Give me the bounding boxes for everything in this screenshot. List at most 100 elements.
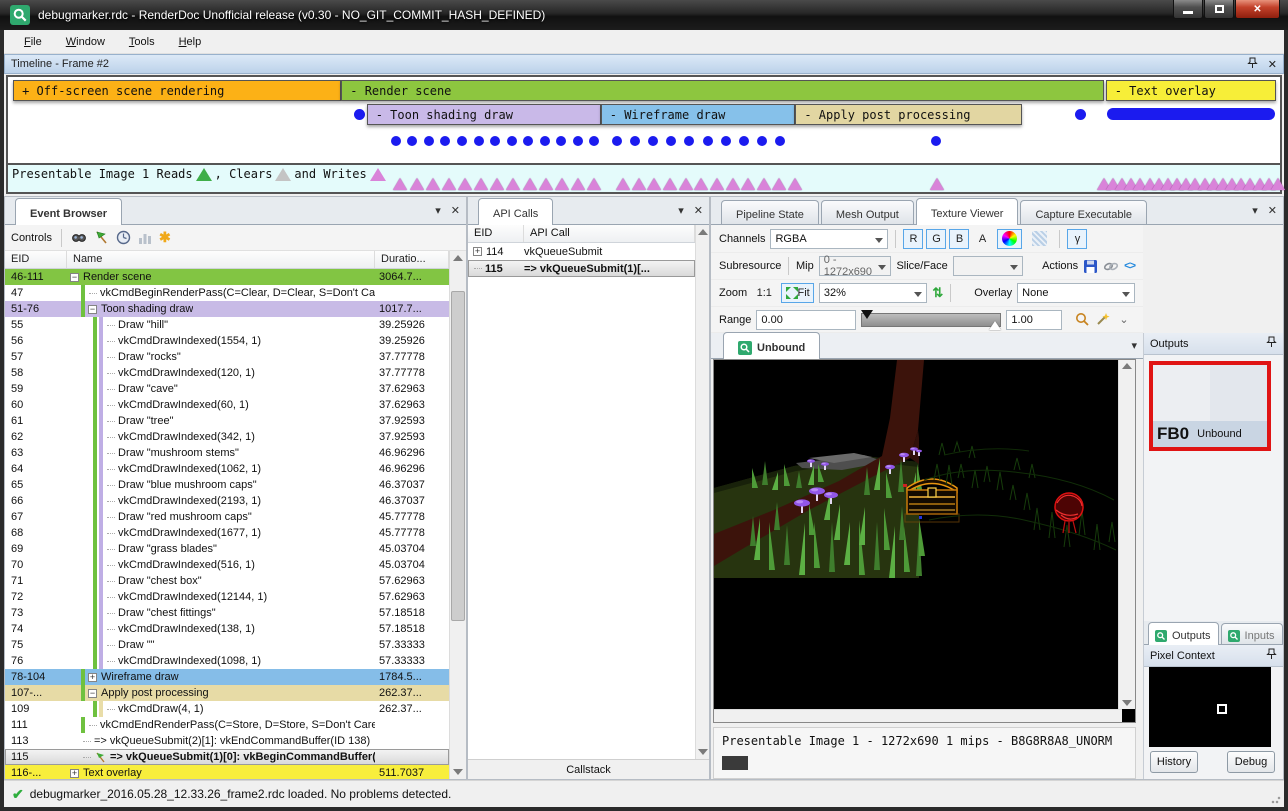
mip-dropdown[interactable]: 0 - 1272x690 (819, 256, 892, 276)
channels-dropdown[interactable]: RGBA (770, 229, 888, 249)
write-marker[interactable] (539, 178, 553, 190)
event-dot[interactable] (440, 136, 450, 146)
scroll-down-icon[interactable] (1122, 700, 1132, 706)
find-icon[interactable] (71, 231, 87, 245)
timeline-bar[interactable]: + Off-screen scene rendering (13, 80, 341, 101)
event-row[interactable]: 47vkCmdBeginRenderPass(C=Clear, D=Clear,… (5, 285, 449, 301)
api-calls-scrollbar[interactable] (695, 225, 709, 759)
timeline-header[interactable]: Timeline - Frame #2 ✕ (4, 54, 1284, 74)
close-icon[interactable]: ✕ (694, 204, 703, 217)
timeline-bar[interactable]: - Text overlay (1106, 80, 1276, 101)
pixel-context-view[interactable] (1149, 667, 1271, 747)
event-dot[interactable] (354, 109, 365, 120)
event-row[interactable]: 46-111−Render scene3064.7... (5, 269, 449, 285)
event-row[interactable]: 56vkCmdDrawIndexed(1554, 1)39.25926 (5, 333, 449, 349)
event-row[interactable]: 63Draw "mushroom stems"46.96296 (5, 445, 449, 461)
timeline-bar[interactable]: - Toon shading draw (367, 104, 601, 125)
tree-expander-icon[interactable]: − (88, 689, 97, 698)
tree-expander-icon[interactable]: − (88, 305, 97, 314)
event-row[interactable]: 107-...−Apply post processing262.37... (5, 685, 449, 701)
viewport-vscrollbar[interactable] (1118, 360, 1135, 709)
event-row[interactable]: 66vkCmdDrawIndexed(2193, 1)46.37037 (5, 493, 449, 509)
menu-window[interactable]: Window (54, 32, 117, 52)
timeline-bar[interactable]: - Wireframe draw (601, 104, 796, 125)
event-dot[interactable] (407, 136, 417, 146)
write-marker[interactable] (930, 178, 944, 190)
timeline-bar[interactable]: - Render scene (341, 80, 1104, 101)
api-calls-column-header[interactable]: EIDAPI Call (468, 225, 695, 243)
event-row[interactable]: 67Draw "red mushroom caps"45.77778 (5, 509, 449, 525)
write-marker[interactable] (523, 178, 537, 190)
write-marker[interactable] (679, 178, 693, 190)
event-row[interactable]: 64vkCmdDrawIndexed(1062, 1)46.96296 (5, 461, 449, 477)
chevron-down-icon[interactable]: ▾ (678, 204, 684, 217)
slice-face-dropdown[interactable] (953, 256, 1023, 276)
event-row[interactable]: 57Draw "rocks"37.77778 (5, 349, 449, 365)
event-browser-column-header[interactable]: EIDNameDuratio... (5, 251, 449, 269)
event-dot[interactable] (931, 136, 941, 146)
event-row[interactable]: 58vkCmdDrawIndexed(120, 1)37.77778 (5, 365, 449, 381)
scroll-up-icon[interactable] (1122, 363, 1132, 369)
timeline-content[interactable]: + Off-screen scene rendering- Render sce… (6, 75, 1282, 194)
tab-outputs[interactable]: Outputs (1148, 622, 1219, 645)
debug-button[interactable]: Debug (1227, 751, 1275, 773)
api-call-row[interactable]: +114vkQueueSubmit (468, 243, 695, 260)
timeline-bar[interactable]: - Apply post processing (795, 104, 1021, 125)
write-marker[interactable] (616, 178, 630, 190)
scroll-down-icon[interactable] (453, 769, 463, 775)
close-icon[interactable]: ✕ (1268, 58, 1277, 71)
write-marker[interactable] (506, 178, 520, 190)
event-row[interactable]: 73Draw "chest fittings"57.18518 (5, 605, 449, 621)
tree-expander-icon[interactable]: + (473, 247, 482, 256)
event-row[interactable]: 71Draw "chest box"57.62963 (5, 573, 449, 589)
alpha-checker-toggle[interactable] (1027, 229, 1052, 249)
range-max-input[interactable]: 1.00 (1006, 310, 1062, 330)
event-dot[interactable] (630, 136, 640, 146)
event-row[interactable]: 65Draw "blue mushroom caps"46.37037 (5, 477, 449, 493)
write-marker[interactable] (555, 178, 569, 190)
event-dot[interactable] (507, 136, 517, 146)
tab-api-calls[interactable]: API Calls (478, 198, 553, 225)
pixel-context-header[interactable]: Pixel Context (1144, 645, 1283, 667)
event-dot[interactable] (573, 136, 583, 146)
write-marker[interactable] (694, 178, 708, 190)
tree-expander-icon[interactable]: + (88, 673, 97, 682)
zoom-range-icon[interactable] (1075, 312, 1090, 327)
event-row[interactable]: 61Draw "tree"37.92593 (5, 413, 449, 429)
write-marker[interactable] (632, 178, 646, 190)
overflow-chevron-icon[interactable]: ⌄ (1119, 313, 1128, 326)
event-dot[interactable] (666, 136, 676, 146)
viewport-hscrollbar[interactable] (714, 709, 1122, 722)
event-row[interactable]: 60vkCmdDrawIndexed(60, 1)37.62963 (5, 397, 449, 413)
channel-g-toggle[interactable]: G (926, 229, 946, 249)
texture-image[interactable] (714, 360, 1121, 581)
write-marker[interactable] (458, 178, 472, 190)
column-header[interactable]: EID (468, 225, 524, 242)
timer-clock-icon[interactable] (116, 230, 131, 245)
event-dot[interactable] (490, 136, 500, 146)
write-marker[interactable] (442, 178, 456, 190)
event-dot[interactable] (648, 136, 658, 146)
tree-expander-icon[interactable]: + (70, 769, 79, 778)
event-row[interactable]: 75Draw ""57.33333 (5, 637, 449, 653)
menu-file[interactable]: File (12, 32, 54, 52)
event-dot[interactable] (474, 136, 484, 146)
zoom-fit-button[interactable]: Fit (781, 283, 814, 303)
scroll-up-icon[interactable] (698, 229, 708, 235)
api-call-row[interactable]: 115=> vkQueueSubmit(1)[... (468, 260, 695, 277)
write-marker[interactable] (490, 178, 504, 190)
title-bar[interactable]: debugmarker.rdc - RenderDoc Unofficial r… (0, 0, 1288, 30)
write-marker[interactable] (393, 178, 407, 190)
code-icon[interactable]: <> (1124, 260, 1135, 272)
event-dot[interactable] (424, 136, 434, 146)
pin-icon[interactable] (1266, 648, 1277, 663)
write-marker[interactable] (571, 178, 585, 190)
event-row[interactable]: 55Draw "hill"39.25926 (5, 317, 449, 333)
flip-vertical-icon[interactable]: ⇅ (932, 285, 943, 301)
tab-texture-viewer[interactable]: Texture Viewer (916, 198, 1019, 225)
menu-tools[interactable]: Tools (117, 32, 167, 52)
column-header[interactable]: Name (67, 251, 375, 268)
colorwheel-toggle[interactable] (997, 229, 1022, 249)
event-dot[interactable] (391, 136, 401, 146)
column-header[interactable]: API Call (524, 225, 695, 242)
